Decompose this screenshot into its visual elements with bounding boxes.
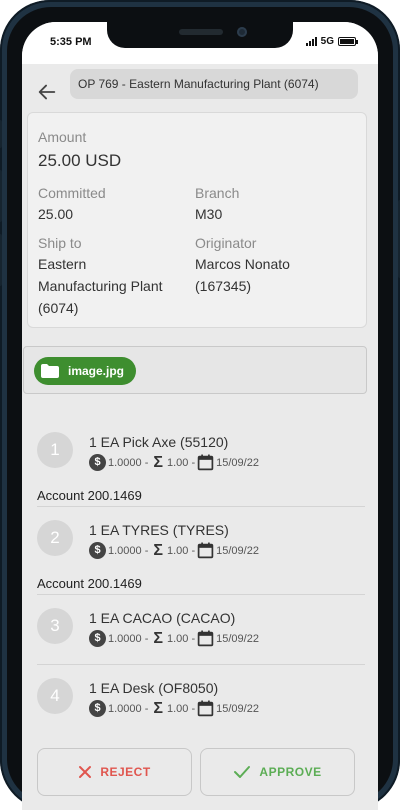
line-price: 1.0000 - <box>108 456 149 469</box>
originator-value: Marcos Nonato (167345) <box>195 253 290 297</box>
calendar-icon <box>197 454 214 471</box>
attachment-name: image.jpg <box>68 364 125 378</box>
summary-card: Amount 25.00 USD Committed 25.00 Branch … <box>27 112 367 328</box>
line-meta: $ 1.0000 - Σ 1.00 - 15/09/22 <box>89 630 259 647</box>
sigma-icon: Σ <box>153 699 163 717</box>
line-quantity: 1.00 - <box>166 702 196 715</box>
line-description: 1 EA TYRES (TYRES) <box>89 522 229 538</box>
volume-down-button <box>0 234 2 286</box>
line-date: 15/09/22 <box>216 544 259 557</box>
committed-value: 25.00 <box>38 206 74 222</box>
originator-line: (167345) <box>195 278 252 294</box>
ship-to-value: Eastern Manufacturing Plant (6074) <box>38 253 163 319</box>
approve-label: APPROVE <box>259 765 322 779</box>
line-quantity: 1.00 - <box>166 456 196 469</box>
status-time: 5:35 PM <box>50 36 92 48</box>
ship-to-label: Ship to <box>38 235 82 251</box>
line-quantity: 1.00 - <box>166 632 196 645</box>
amount-value: 25.00 USD <box>38 151 122 170</box>
line-meta: $ 1.0000 - Σ 1.00 - 15/09/22 <box>89 454 259 471</box>
line-description: 1 EA Pick Axe (55120) <box>89 434 229 450</box>
battery-level <box>340 39 354 44</box>
line-description: 1 EA Desk (OF8050) <box>89 680 219 696</box>
committed-label: Committed <box>38 185 106 201</box>
battery-icon <box>338 37 358 46</box>
signal-icon <box>305 37 317 46</box>
divider <box>37 506 365 507</box>
line-meta: $ 1.0000 - Σ 1.00 - 15/09/22 <box>89 542 259 559</box>
folder-icon <box>41 364 59 378</box>
sigma-icon: Σ <box>153 541 163 559</box>
status-bar: 5:35 PM 5G <box>22 22 378 64</box>
line-description: 1 EA CACAO (CACAO) <box>89 610 236 626</box>
calendar-icon <box>197 630 214 647</box>
ship-to-line: Eastern <box>38 256 87 272</box>
status-indicators: 5G <box>305 36 358 47</box>
notch <box>107 22 293 48</box>
line-number-badge: 4 <box>37 678 73 714</box>
divider <box>37 594 365 595</box>
app-bar: OP 769 - Eastern Manufacturing Plant (60… <box>22 64 378 112</box>
reject-label: REJECT <box>100 765 151 779</box>
sigma-icon: Σ <box>153 629 163 647</box>
dollar-coin-icon: $ <box>89 454 106 471</box>
phone-frame: 5:35 PM 5G OP 769 - Eastern Manufacturin… <box>0 0 400 810</box>
line-account: Account 200.1469 <box>37 488 142 503</box>
attachment-chip[interactable]: image.jpg <box>34 357 137 385</box>
check-icon <box>234 766 251 778</box>
dollar-coin-icon: $ <box>89 542 106 559</box>
calendar-icon <box>197 700 214 717</box>
line-number-badge: 2 <box>37 520 73 556</box>
line-price: 1.0000 - <box>108 544 149 557</box>
line-meta: $ 1.0000 - Σ 1.00 - 15/09/22 <box>89 700 259 717</box>
mute-switch <box>0 120 2 148</box>
line-price: 1.0000 - <box>108 702 149 715</box>
line-date: 15/09/22 <box>216 702 259 715</box>
branch-value: M30 <box>195 206 223 222</box>
divider <box>37 664 365 665</box>
volume-up-button <box>0 170 2 222</box>
line-date: 15/09/22 <box>216 632 259 645</box>
ship-to-line: (6074) <box>38 300 79 316</box>
attachments-box: image.jpg <box>23 346 367 394</box>
approve-button[interactable]: APPROVE <box>200 748 355 796</box>
line-date: 15/09/22 <box>216 456 259 469</box>
amount-label: Amount <box>38 129 87 145</box>
line-number-badge: 1 <box>37 432 73 468</box>
reject-button[interactable]: REJECT <box>37 748 192 796</box>
action-bar: REJECT APPROVE <box>22 748 378 810</box>
page-title: OP 769 - Eastern Manufacturing Plant (60… <box>70 69 358 99</box>
line-account: Account 200.1469 <box>37 576 142 591</box>
ship-to-line: Manufacturing Plant <box>38 278 163 294</box>
sigma-icon: Σ <box>153 453 163 471</box>
front-camera <box>237 27 247 37</box>
screen: 5:35 PM 5G OP 769 - Eastern Manufacturin… <box>22 22 378 810</box>
originator-line: Marcos Nonato <box>195 256 290 272</box>
dollar-coin-icon: $ <box>89 700 106 717</box>
x-icon <box>79 766 92 778</box>
branch-label: Branch <box>195 185 240 201</box>
calendar-icon <box>197 542 214 559</box>
speaker-grille <box>179 29 223 35</box>
line-price: 1.0000 - <box>108 632 149 645</box>
arrow-left-icon[interactable] <box>36 81 58 103</box>
line-quantity: 1.00 - <box>166 544 196 557</box>
line-number-badge: 3 <box>37 608 73 644</box>
dollar-coin-icon: $ <box>89 630 106 647</box>
originator-label: Originator <box>195 235 257 251</box>
network-type: 5G <box>320 36 334 47</box>
